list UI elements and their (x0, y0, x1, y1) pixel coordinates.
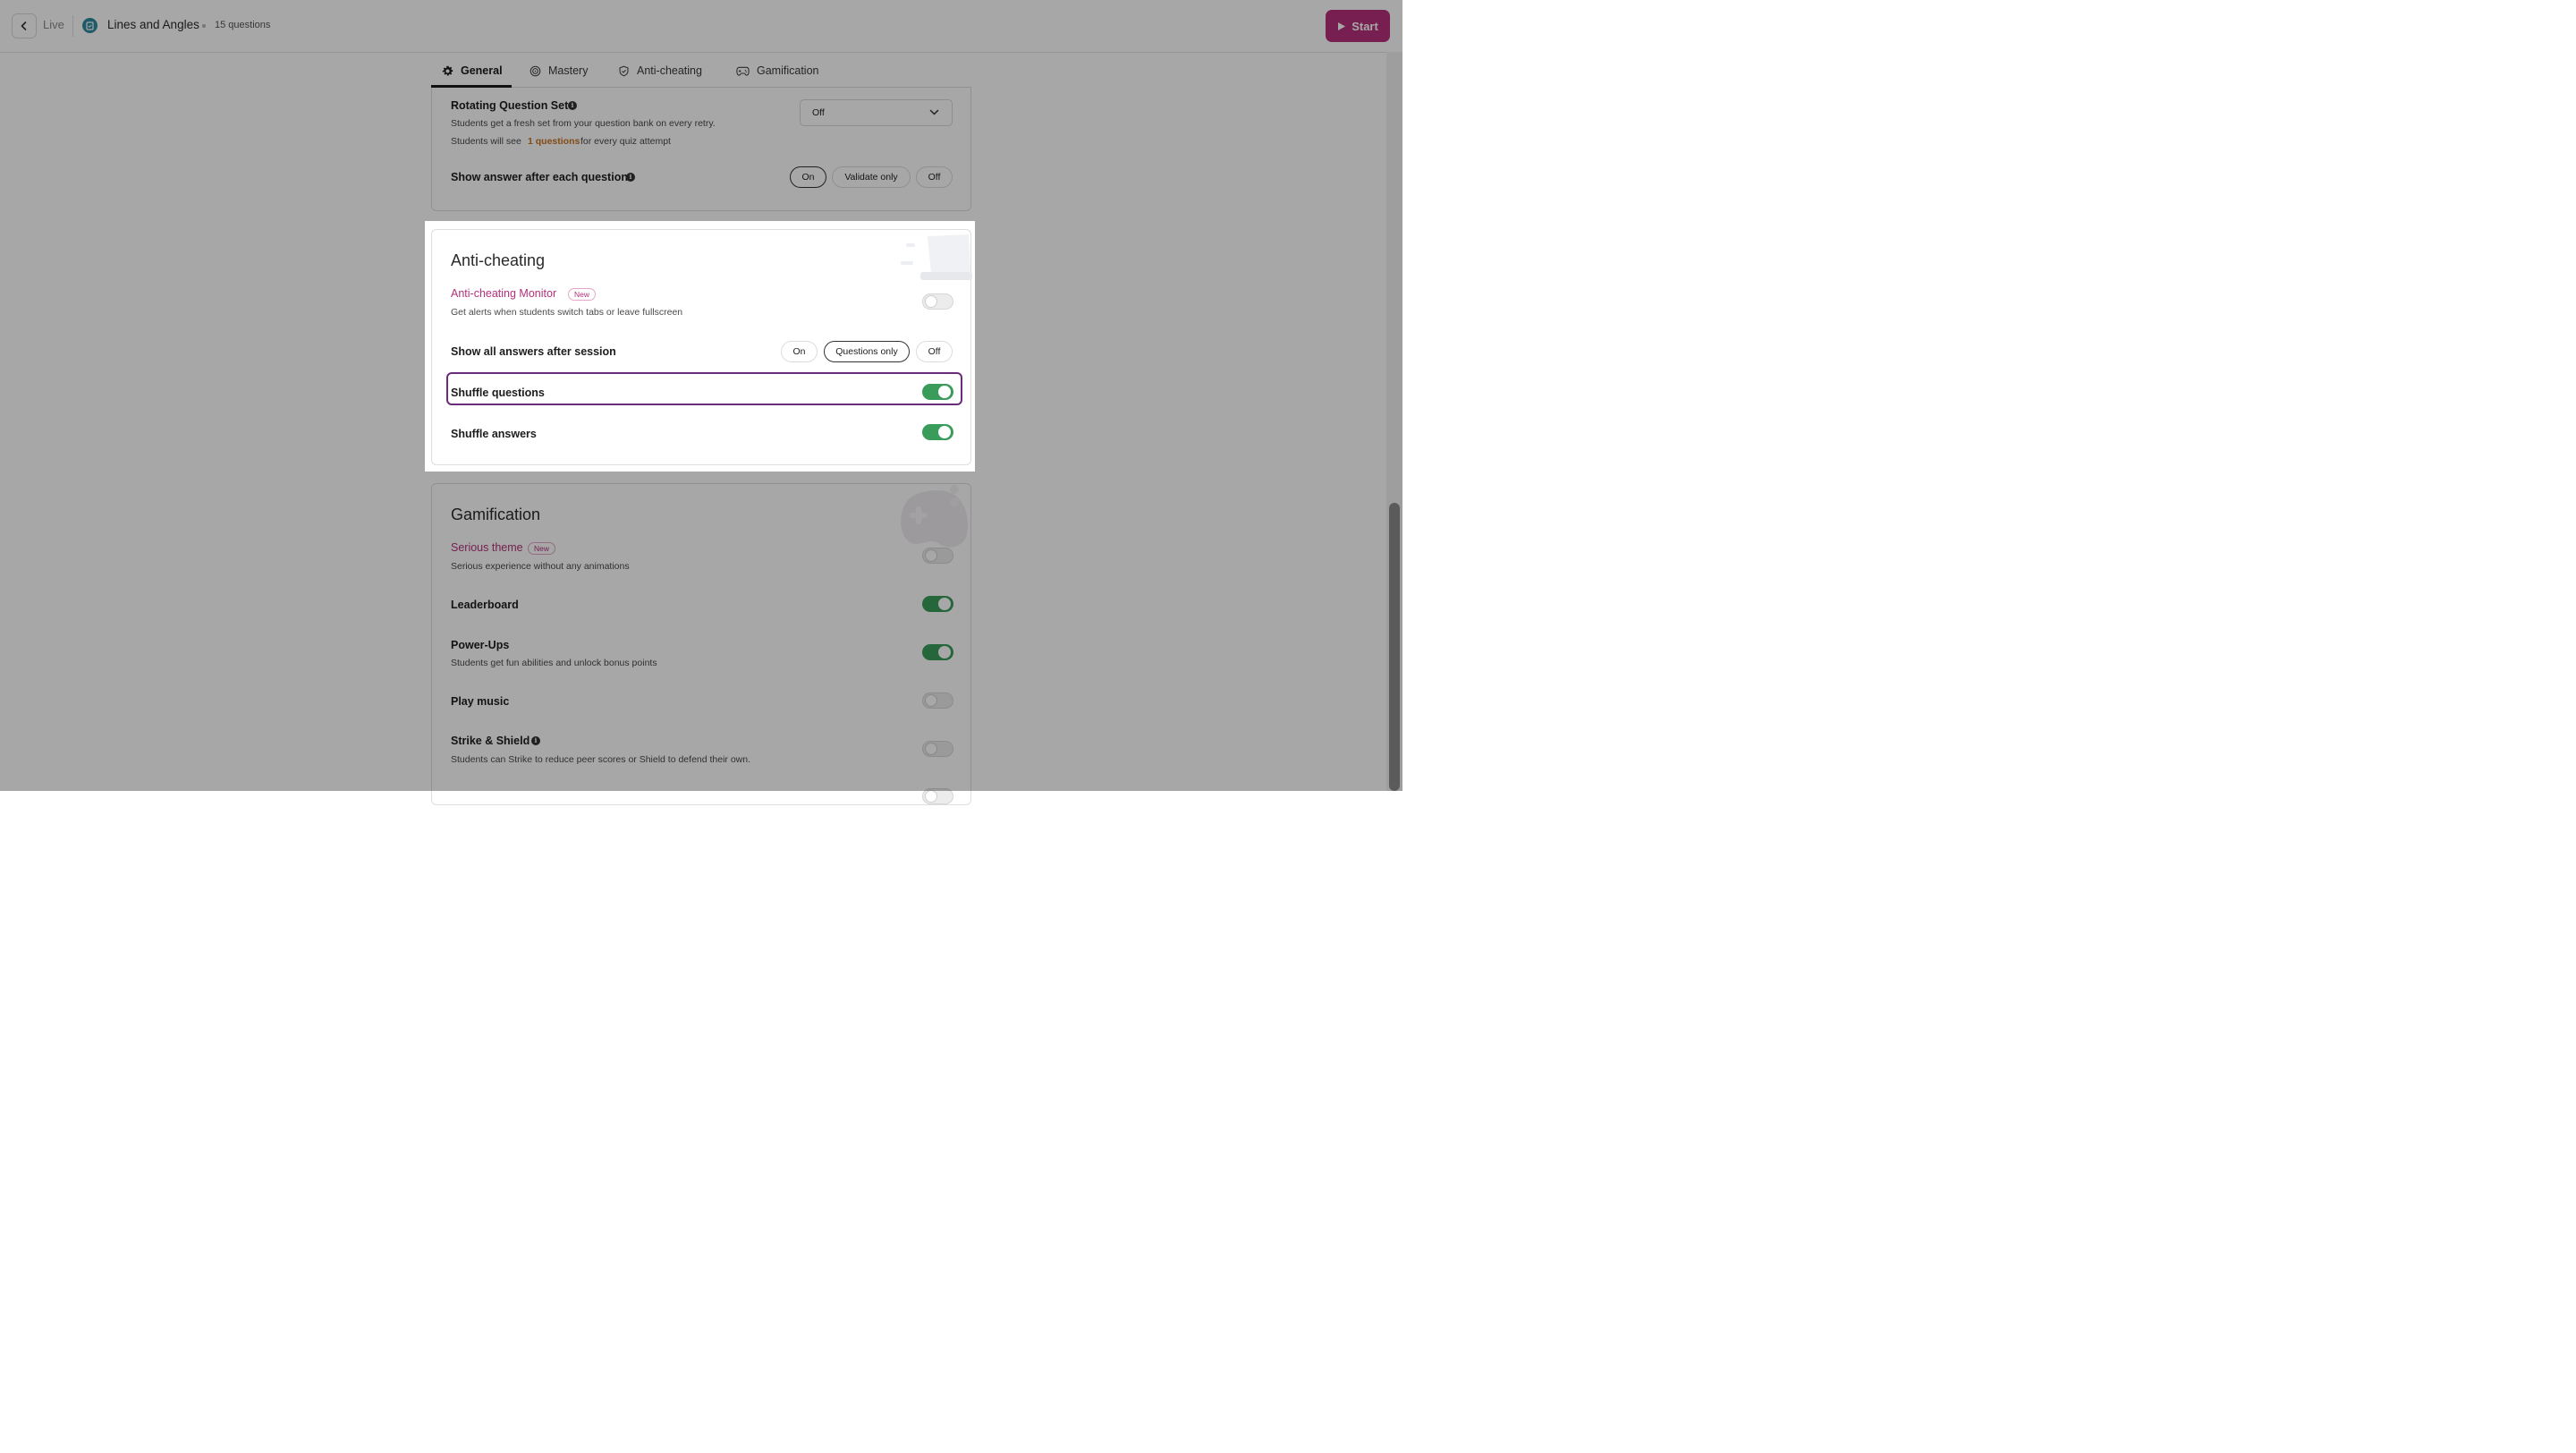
shuffle-questions-title: Shuffle questions (451, 387, 545, 399)
toggle-knob (925, 790, 937, 803)
dim-overlay (0, 0, 1402, 221)
show-all-answers-title: Show all answers after session (451, 345, 616, 358)
anti-cheating-illustration (901, 234, 972, 280)
shuffle-answers-title: Shuffle answers (451, 428, 537, 440)
show-all-answers-option-questions-only[interactable]: Questions only (824, 341, 910, 362)
toggle-knob (938, 426, 951, 438)
show-all-answers-option-off[interactable]: Off (916, 341, 953, 362)
toggle-knob (925, 295, 937, 308)
shuffle-answers-toggle[interactable] (922, 424, 953, 440)
anti-cheating-card: Anti-cheating Anti-cheating Monitor New … (431, 229, 972, 465)
toggle-knob (938, 386, 951, 398)
anti-cheating-monitor-toggle[interactable] (922, 293, 953, 310)
anti-cheating-monitor-desc: Get alerts when students switch tabs or … (451, 307, 683, 318)
shuffle-questions-toggle[interactable] (922, 384, 953, 400)
dim-overlay (0, 472, 1402, 791)
dim-overlay (0, 221, 425, 472)
app-root: Live Lines and Angles 15 questions Start… (0, 0, 1402, 805)
new-badge: New (568, 288, 597, 301)
anti-cheating-monitor-title[interactable]: Anti-cheating Monitor (451, 287, 556, 300)
show-all-answers-option-on[interactable]: On (781, 341, 818, 362)
anti-cheating-section-title: Anti-cheating (451, 251, 546, 269)
dim-overlay (975, 221, 1402, 472)
